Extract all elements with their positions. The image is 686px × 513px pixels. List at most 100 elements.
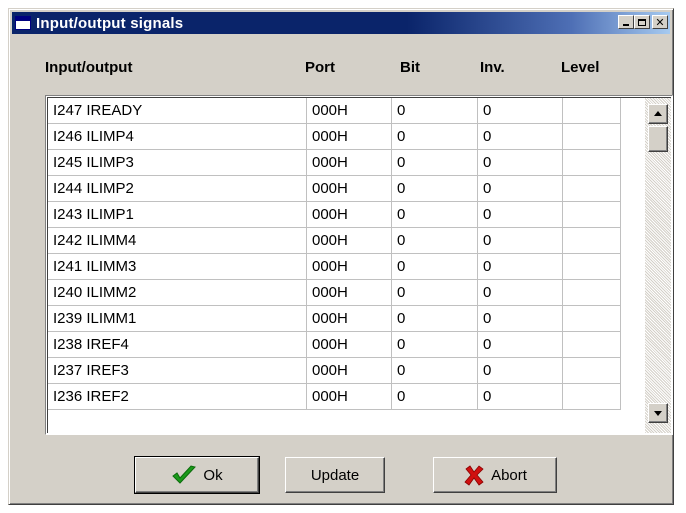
scroll-thumb[interactable] (648, 126, 668, 152)
bit-cell[interactable]: 0 (392, 202, 478, 228)
table-row[interactable]: I245 ILIMP3 000H 0 0 (48, 150, 626, 176)
vertical-scrollbar[interactable] (645, 98, 671, 433)
bit-cell[interactable]: 0 (392, 254, 478, 280)
port-cell[interactable]: 000H (307, 202, 392, 228)
bit-cell[interactable]: 0 (392, 306, 478, 332)
signal-name-cell[interactable]: I236 IREF2 (48, 384, 307, 410)
bit-cell[interactable]: 0 (392, 124, 478, 150)
bit-cell[interactable]: 0 (392, 332, 478, 358)
inv-cell[interactable]: 0 (478, 124, 563, 150)
signal-name-cell[interactable]: I238 IREF4 (48, 332, 307, 358)
signals-grid: I247 IREADY 000H 0 0 I246 ILIMP4 000H 0 0 I245 I… (45, 95, 673, 435)
port-cell[interactable]: 000H (307, 332, 392, 358)
bit-cell[interactable]: 0 (392, 384, 478, 410)
maximize-icon (638, 18, 646, 26)
abort-button[interactable]: Abort (433, 457, 557, 493)
signal-name-cell[interactable]: I247 IREADY (48, 98, 307, 124)
header-level: Level (561, 59, 600, 76)
level-cell[interactable] (563, 384, 621, 410)
inv-cell[interactable]: 0 (478, 202, 563, 228)
port-cell[interactable]: 000H (307, 98, 392, 124)
bit-cell[interactable]: 0 (392, 358, 478, 384)
table-row[interactable]: I243 ILIMP1 000H 0 0 (48, 202, 626, 228)
maximize-button[interactable] (634, 15, 650, 29)
inv-cell[interactable]: 0 (478, 254, 563, 280)
table-row[interactable]: I240 ILIMM2 000H 0 0 (48, 280, 626, 306)
port-cell[interactable]: 000H (307, 358, 392, 384)
port-cell[interactable]: 000H (307, 280, 392, 306)
level-cell[interactable] (563, 280, 621, 306)
level-cell[interactable] (563, 306, 621, 332)
table-row[interactable]: I241 ILIMM3 000H 0 0 (48, 254, 626, 280)
port-cell[interactable]: 000H (307, 306, 392, 332)
inv-cell[interactable]: 0 (478, 384, 563, 410)
minimize-button[interactable] (618, 15, 634, 29)
level-cell[interactable] (563, 228, 621, 254)
port-cell[interactable]: 000H (307, 254, 392, 280)
table-row[interactable]: I237 IREF3 000H 0 0 (48, 358, 626, 384)
signal-name-cell[interactable]: I245 ILIMP3 (48, 150, 307, 176)
inv-cell[interactable]: 0 (478, 306, 563, 332)
level-cell[interactable] (563, 98, 621, 124)
port-cell[interactable]: 000H (307, 176, 392, 202)
port-cell[interactable]: 000H (307, 228, 392, 254)
header-port: Port (305, 59, 335, 76)
level-cell[interactable] (563, 176, 621, 202)
level-cell[interactable] (563, 254, 621, 280)
window-icon (15, 16, 31, 30)
signal-name-cell[interactable]: I243 ILIMP1 (48, 202, 307, 228)
abort-label: Abort (491, 466, 527, 484)
inv-cell[interactable]: 0 (478, 280, 563, 306)
signal-name-cell[interactable]: I241 ILIMM3 (48, 254, 307, 280)
signal-name-cell[interactable]: I244 ILIMP2 (48, 176, 307, 202)
arrow-up-icon (654, 111, 662, 116)
check-icon (172, 465, 197, 484)
inv-cell[interactable]: 0 (478, 332, 563, 358)
inv-cell[interactable]: 0 (478, 358, 563, 384)
title-bar[interactable]: Input/output signals ✕ (12, 12, 670, 34)
inv-cell[interactable]: 0 (478, 98, 563, 124)
table-row[interactable]: I239 ILIMM1 000H 0 0 (48, 306, 626, 332)
table-row[interactable]: I238 IREF4 000H 0 0 (48, 332, 626, 358)
bit-cell[interactable]: 0 (392, 150, 478, 176)
signal-name-cell[interactable]: I239 ILIMM1 (48, 306, 307, 332)
inv-cell[interactable]: 0 (478, 176, 563, 202)
port-cell[interactable]: 000H (307, 124, 392, 150)
level-cell[interactable] (563, 124, 621, 150)
signal-name-cell[interactable]: I242 ILIMM4 (48, 228, 307, 254)
minimize-icon (623, 24, 629, 26)
close-button[interactable]: ✕ (652, 15, 668, 29)
level-cell[interactable] (563, 202, 621, 228)
io-signals-dialog: Input/output signals ✕ Input/output Port… (8, 8, 674, 505)
level-cell[interactable] (563, 150, 621, 176)
port-cell[interactable]: 000H (307, 150, 392, 176)
scroll-down-button[interactable] (648, 403, 668, 423)
table-row[interactable]: I246 ILIMP4 000H 0 0 (48, 124, 626, 150)
level-cell[interactable] (563, 358, 621, 384)
bit-cell[interactable]: 0 (392, 228, 478, 254)
update-label: Update (310, 466, 360, 484)
table-row[interactable]: I247 IREADY 000H 0 0 (48, 98, 626, 124)
window-controls: ✕ (618, 15, 668, 29)
signal-name-cell[interactable]: I246 ILIMP4 (48, 124, 307, 150)
signals-grid-body: I247 IREADY 000H 0 0 I246 ILIMP4 000H 0 0 I245 I… (47, 97, 671, 433)
signal-name-cell[interactable]: I237 IREF3 (48, 358, 307, 384)
header-bit: Bit (400, 59, 420, 76)
bit-cell[interactable]: 0 (392, 176, 478, 202)
table-row[interactable]: I236 IREF2 000H 0 0 (48, 384, 626, 410)
ok-button[interactable]: Ok (134, 456, 260, 494)
bit-cell[interactable]: 0 (392, 280, 478, 306)
bit-cell[interactable]: 0 (392, 98, 478, 124)
port-cell[interactable]: 000H (307, 384, 392, 410)
level-cell[interactable] (563, 332, 621, 358)
scroll-up-button[interactable] (648, 104, 668, 124)
close-icon: ✕ (655, 15, 665, 29)
inv-cell[interactable]: 0 (478, 150, 563, 176)
signal-name-cell[interactable]: I240 ILIMM2 (48, 280, 307, 306)
update-button[interactable]: Update (285, 457, 385, 493)
table-row[interactable]: I242 ILIMM4 000H 0 0 (48, 228, 626, 254)
inv-cell[interactable]: 0 (478, 228, 563, 254)
ok-label: Ok (203, 466, 223, 484)
table-row[interactable]: I244 ILIMP2 000H 0 0 (48, 176, 626, 202)
x-icon (464, 465, 484, 486)
